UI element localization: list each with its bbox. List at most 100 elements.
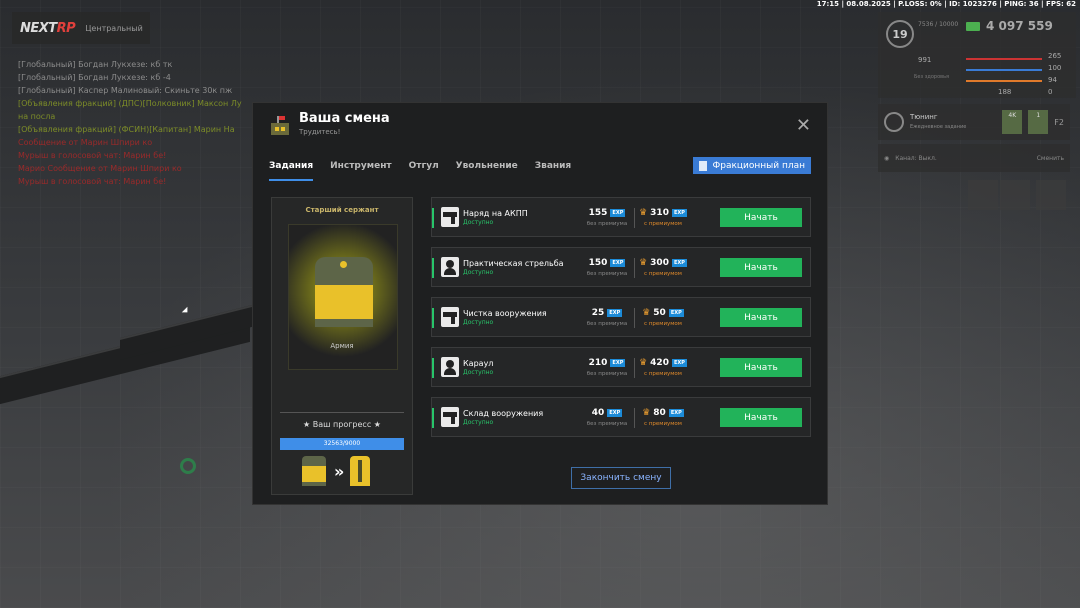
exp-separator [634, 308, 635, 328]
exp-base-value: 25 [591, 308, 605, 318]
task-accent [432, 358, 434, 378]
tab-tasks[interactable]: Задания [269, 161, 314, 181]
gun-icon [441, 207, 459, 227]
exp-separator [634, 408, 635, 428]
rank-name: Старший сержант [305, 206, 379, 214]
player-hud: 19 7536 / 10000 4 097 559 991 Без здоров… [878, 12, 1076, 98]
dialog-title: Ваша смена [299, 111, 390, 126]
server-name: Центральный [85, 23, 143, 33]
health-bar [966, 58, 1042, 60]
tuning-title: Тюнинг [910, 112, 938, 121]
exp-badge: EXP [610, 209, 626, 217]
tab-leave[interactable]: Отгул [409, 161, 439, 181]
voice-channel[interactable]: ◉ Канал: Выкл. Сменить [878, 144, 1070, 172]
exp-badge: EXP [668, 309, 684, 317]
current-rank-icon [302, 456, 326, 486]
task-accent [432, 258, 434, 278]
wheel-icon [884, 112, 904, 132]
task-name: Склад вооружения [463, 409, 544, 418]
exp-base-caption: без премиума [586, 271, 628, 277]
finish-shift-button[interactable]: Закончить смену [571, 467, 671, 489]
tab-dismissal[interactable]: Увольнение [456, 161, 518, 181]
exp-base-value: 210 [588, 358, 608, 368]
exp-badge: EXP [671, 259, 687, 267]
chat-line: [Объявления фракций] (ФСИН)[Капитан] Мар… [18, 125, 235, 134]
mic-bar [966, 69, 1042, 71]
exp-badge: EXP [671, 209, 687, 217]
start-task-button[interactable]: Начать [720, 308, 802, 327]
exp-base-value: 150 [588, 258, 608, 268]
exp-base-value: 40 [591, 408, 605, 418]
faction-plan-label: Фракционный план [712, 160, 805, 171]
tab-ranks[interactable]: Звания [535, 161, 571, 181]
document-icon [699, 160, 708, 171]
rank-card: Старший сержант Армия ★ Ваш прогресс ★ 3… [271, 197, 413, 495]
exp-premium-value: 50 [653, 308, 666, 318]
exp-premium: ♛ 420 EXP с премиумом [637, 358, 689, 377]
exp-base: 155 EXP без премиума [582, 208, 632, 227]
chat-line: [Глобальный] Богдан Лукхезе: кб тк [18, 60, 173, 69]
rank-faction: Армия [330, 342, 354, 350]
stat-b-label: Без здоровья [914, 74, 950, 80]
task-status: Доступно [463, 269, 494, 276]
armor-bar [966, 80, 1042, 82]
target-icon [441, 357, 459, 377]
chat-line: на посла [18, 112, 56, 121]
status-bar: 17:15 | 08.08.2025 | P.LOSS: 0% | ID: 10… [816, 0, 1076, 8]
exp-badge: EXP [610, 359, 626, 367]
task-row: Практическая стрельба Доступно 150 EXP бе… [431, 247, 811, 287]
start-task-button[interactable]: Начать [720, 408, 802, 427]
exp-separator [634, 258, 635, 278]
dialog-tabs: Задания Инструмент Отгул Увольнение Зван… [269, 161, 571, 181]
chat-line: Сообщение от Марин Шпири ко [18, 138, 153, 147]
channel-switch[interactable]: Сменить [1037, 155, 1064, 162]
exp-premium-caption: с премиумом [644, 221, 682, 227]
exp-premium-caption: с премиумом [644, 321, 682, 327]
task-row: Наряд на АКПП Доступно 155 EXP без премиу… [431, 197, 811, 237]
faction-plan-button[interactable]: Фракционный план [693, 157, 811, 174]
start-task-button[interactable]: Начать [720, 258, 802, 277]
exp-base: 150 EXP без премиума [582, 258, 632, 277]
task-accent [432, 208, 434, 228]
crown-icon: ♛ [639, 358, 648, 368]
task-name: Караул [463, 359, 494, 368]
level-badge: 19 [886, 20, 914, 48]
task-list: Наряд на АКПП Доступно 155 EXP без премиу… [431, 197, 811, 447]
barracks-icon [269, 113, 291, 135]
promotion-preview: » [302, 456, 372, 486]
tuning-task[interactable]: Тюнинг Ежедневное задание 4K 1 F2 [878, 104, 1070, 140]
tuning-subtitle: Ежедневное задание [910, 123, 967, 130]
exp-premium: ♛ 80 EXP с премиумом [637, 408, 689, 427]
shift-dialog: Ваша смена Трудитесь! ✕ Задания Инструме… [252, 102, 828, 505]
exp-badge: EXP [610, 259, 626, 267]
crown-icon: ♛ [639, 258, 648, 268]
tab-tool[interactable]: Инструмент [330, 161, 392, 181]
close-button[interactable]: ✕ [796, 117, 811, 135]
exp-separator [634, 358, 635, 378]
target-icon [441, 257, 459, 277]
server-logo: NEXTRP Центральный [12, 12, 150, 44]
money-display: 4 097 559 [966, 19, 1053, 33]
tuning-badge-money: 4K [1002, 110, 1023, 134]
crown-icon: ♛ [642, 308, 651, 318]
chat-line: Мурыш в голосовой чат: Марин бе! [18, 151, 167, 160]
chat-line: [Объявления фракций] (ДПС)[Полковник] Ма… [18, 99, 242, 108]
start-task-button[interactable]: Начать [720, 358, 802, 377]
exp-premium-value: 420 [650, 358, 669, 368]
gun-icon [441, 307, 459, 327]
next-rank-icon [348, 456, 372, 486]
exp-premium: ♛ 310 EXP с премиумом [637, 208, 689, 227]
start-task-button[interactable]: Начать [720, 208, 802, 227]
gun-icon [441, 407, 459, 427]
exp-premium: ♛ 50 EXP с премиумом [637, 308, 689, 327]
divider [280, 412, 404, 413]
phone-icon[interactable] [1000, 180, 1030, 210]
mic-value: 100 [1048, 64, 1062, 72]
bell-icon[interactable] [1036, 180, 1066, 210]
exp-premium-caption: с премиумом [644, 371, 682, 377]
radio-icon: ◉ [884, 154, 890, 162]
task-name: Наряд на АКПП [463, 209, 528, 218]
level-exp: 7536 / 10000 [918, 21, 959, 28]
calendar-icon[interactable] [968, 180, 998, 210]
tuning-key: F2 [1054, 117, 1064, 127]
